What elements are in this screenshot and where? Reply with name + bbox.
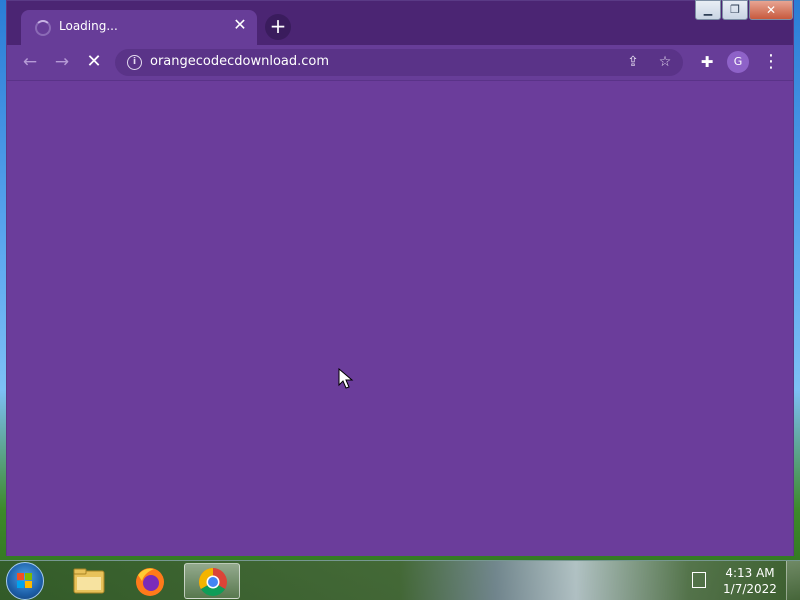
show-desktop-button[interactable] (786, 561, 800, 600)
folder-icon (73, 568, 105, 594)
taskbar: 4:13 AM 1/7/2022 (0, 560, 800, 600)
taskbar-file-explorer[interactable] (62, 563, 118, 599)
close-window-button[interactable]: ✕ (749, 0, 793, 20)
restore-button[interactable]: ❐ (722, 0, 748, 20)
browser-toolbar: ← → ✕ i orangecodecdownload.com ⇪ ☆ ✚ G … (7, 45, 793, 81)
address-bar[interactable]: i orangecodecdownload.com ⇪ ☆ (115, 49, 683, 76)
minimize-button[interactable]: ▁ (695, 0, 721, 20)
url-text[interactable]: orangecodecdownload.com (150, 54, 329, 69)
window-controls: ▁ ❐ ✕ (694, 0, 793, 22)
profile-avatar[interactable]: G (727, 51, 749, 73)
back-button[interactable]: ← (17, 49, 43, 75)
forward-button[interactable]: → (49, 49, 75, 75)
close-icon[interactable]: ✕ (231, 16, 249, 34)
star-icon[interactable]: ☆ (655, 52, 675, 72)
info-icon[interactable]: i (127, 55, 142, 70)
back-arrow-icon: ← (22, 52, 38, 72)
page-content[interactable] (7, 81, 793, 556)
stop-icon: ✕ (86, 51, 102, 72)
clock-date: 1/7/2022 (723, 582, 777, 596)
kebab-menu-icon[interactable]: ⋮ (759, 50, 783, 74)
mouse-cursor-icon (338, 367, 354, 394)
title-bar[interactable]: Loading... ✕ + ▁ ❐ ✕ (7, 0, 793, 45)
tab-title: Loading... (59, 19, 118, 33)
taskbar-firefox[interactable] (122, 563, 178, 599)
taskbar-background (0, 561, 800, 600)
browser-window: Loading... ✕ + ▁ ❐ ✕ ← → ✕ i orangecodec… (6, 0, 794, 556)
new-tab-button[interactable]: + (265, 14, 291, 40)
share-icon[interactable]: ⇪ (623, 52, 643, 72)
forward-arrow-icon: → (54, 52, 70, 72)
system-clock[interactable]: 4:13 AM 1/7/2022 (716, 565, 784, 597)
stop-button[interactable]: ✕ (81, 49, 107, 75)
windows-logo-icon (17, 573, 33, 589)
network-icon[interactable] (692, 572, 706, 588)
loading-spinner-icon (35, 20, 51, 36)
avatar-letter: G (733, 55, 743, 68)
tab-active[interactable]: Loading... ✕ (21, 10, 257, 45)
taskbar-chrome[interactable] (184, 563, 240, 599)
firefox-icon (136, 568, 164, 596)
clock-time: 4:13 AM (725, 566, 775, 580)
chrome-icon (199, 568, 227, 596)
puzzle-icon[interactable]: ✚ (695, 50, 719, 74)
start-button[interactable] (6, 562, 44, 600)
